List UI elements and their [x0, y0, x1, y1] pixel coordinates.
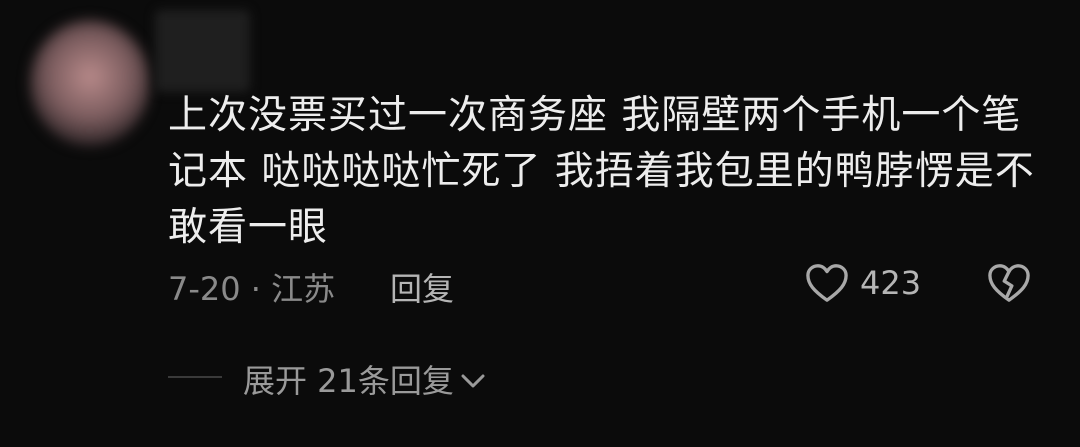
comment-meta-row: 7-20 · 江苏 回复 423 — [0, 258, 1080, 308]
comment-text: 上次没票买过一次商务座 我隔壁两个手机一个笔记本 哒哒哒哒忙死了 我捂着我包里的… — [168, 93, 1035, 250]
like-button[interactable]: 423 — [804, 262, 921, 304]
username-blurred[interactable] — [155, 10, 250, 92]
comment-date-location: 7-20 · 江苏 — [168, 270, 336, 308]
heart-outline-icon — [806, 264, 848, 302]
chevron-down-icon — [461, 374, 485, 388]
like-count: 423 — [860, 264, 922, 302]
expand-replies-button[interactable]: 展开 21条回复 — [243, 356, 486, 402]
expand-replies-row: 展开 21条回复 — [0, 350, 1080, 406]
broken-heart-icon[interactable] — [986, 262, 1032, 304]
reply-button[interactable]: 回复 — [390, 264, 454, 310]
avatar[interactable] — [30, 20, 150, 146]
expand-replies-label: 展开 21条回复 — [243, 362, 454, 400]
divider-line — [168, 376, 222, 378]
